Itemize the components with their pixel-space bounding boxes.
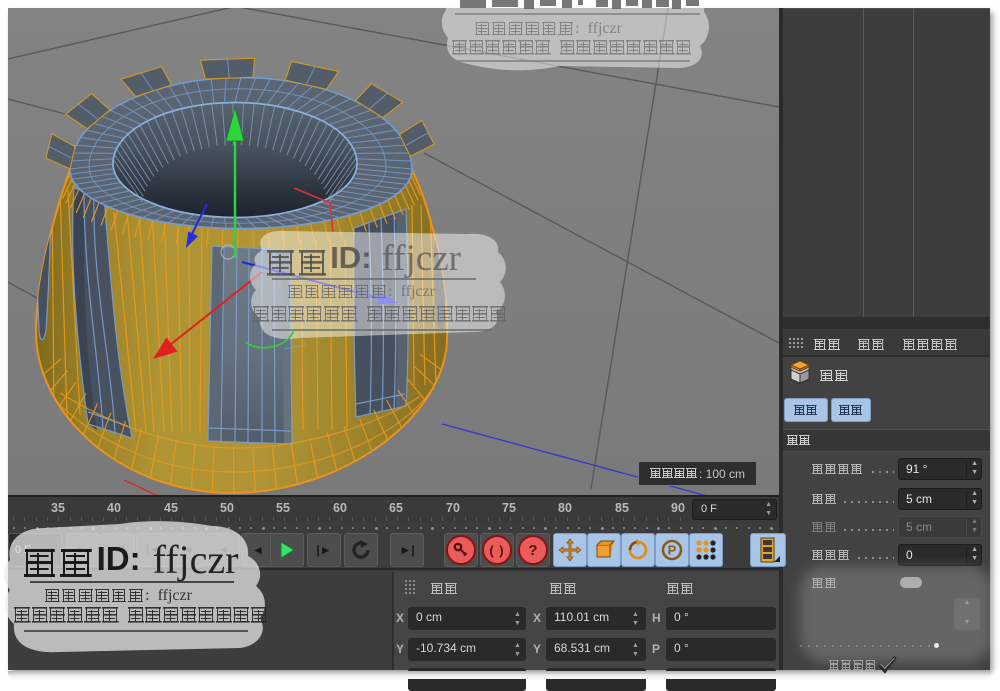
svg-text:P: P [668, 543, 677, 558]
